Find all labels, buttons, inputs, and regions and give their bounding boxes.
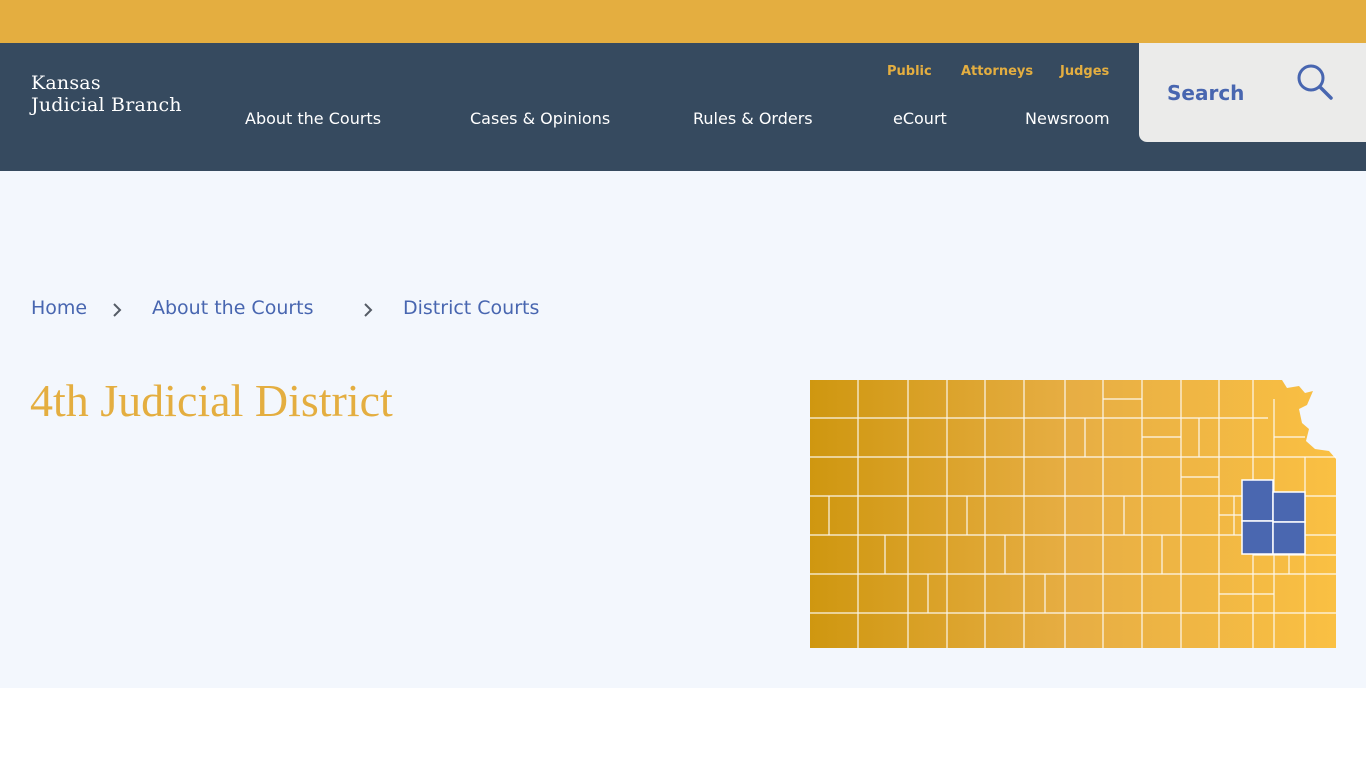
utility-nav-public[interactable]: Public xyxy=(887,64,932,79)
nav-ecourt[interactable]: eCourt xyxy=(893,109,947,128)
nav-newsroom[interactable]: Newsroom xyxy=(1025,109,1110,128)
hero-section: Home About the Courts District Courts 4t… xyxy=(0,171,1366,688)
nav-cases-opinions[interactable]: Cases & Opinions xyxy=(470,109,610,128)
logo-line-2: Judicial Branch xyxy=(31,94,182,116)
search-label: Search xyxy=(1167,81,1245,105)
nav-rules-orders[interactable]: Rules & Orders xyxy=(693,109,813,128)
utility-nav-attorneys[interactable]: Attorneys xyxy=(961,64,1033,79)
chevron-right-icon xyxy=(113,303,122,317)
breadcrumb-home[interactable]: Home xyxy=(31,297,87,319)
nav-about-the-courts[interactable]: About the Courts xyxy=(245,109,381,128)
logo-line-1: Kansas xyxy=(31,72,101,94)
search-icon xyxy=(1297,64,1333,100)
kansas-county-map xyxy=(810,380,1336,648)
site-logo[interactable]: Kansas Judicial Branch xyxy=(31,72,182,116)
chevron-right-icon xyxy=(364,303,373,317)
breadcrumb-district-courts: District Courts xyxy=(403,297,540,319)
page-title: 4th Judicial District xyxy=(30,375,393,426)
top-accent-band xyxy=(0,0,1366,43)
utility-nav-judges[interactable]: Judges xyxy=(1060,64,1109,79)
search-button[interactable]: Search xyxy=(1139,43,1366,142)
breadcrumb-about-the-courts[interactable]: About the Courts xyxy=(152,297,314,319)
